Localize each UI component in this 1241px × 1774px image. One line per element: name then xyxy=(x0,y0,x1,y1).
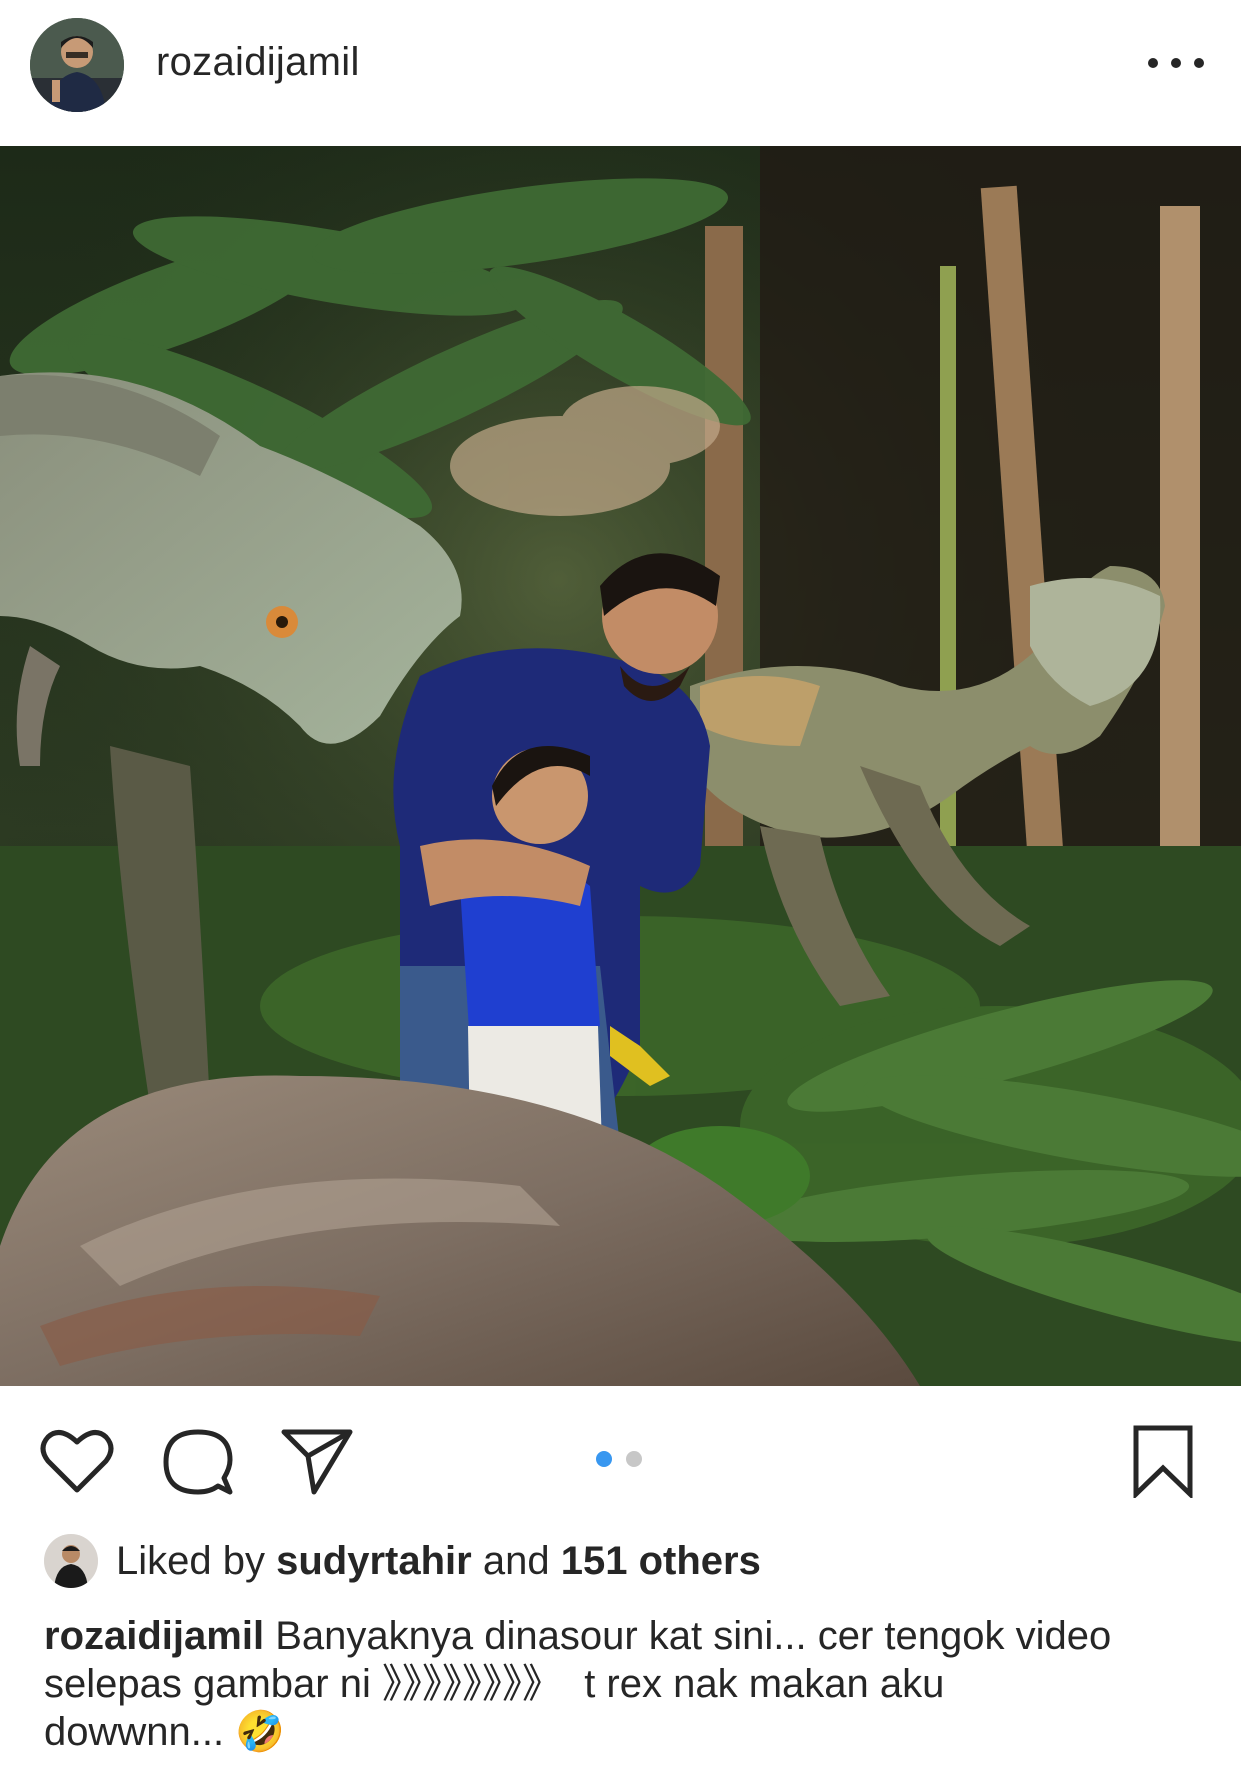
caption-author[interactable]: rozaidijamil xyxy=(44,1614,264,1658)
more-dot xyxy=(1171,58,1181,68)
post-caption: rozaidijamil Banyaknya dinasour kat sini… xyxy=(44,1612,1204,1756)
profile-avatar[interactable] xyxy=(30,18,124,112)
likes-others[interactable]: 151 others xyxy=(561,1539,761,1583)
likes-row[interactable]: Liked by sudyrtahir and 151 others xyxy=(44,1534,761,1588)
more-dot xyxy=(1148,58,1158,68)
post-header: rozaidijamil xyxy=(0,0,1241,146)
more-dot xyxy=(1194,58,1204,68)
heart-icon[interactable] xyxy=(40,1428,114,1499)
avatar-image xyxy=(30,18,124,112)
comment-icon[interactable] xyxy=(162,1426,234,1503)
post-photo[interactable] xyxy=(0,146,1241,1386)
post-username[interactable]: rozaidijamil xyxy=(156,40,360,85)
carousel-dot-active xyxy=(596,1451,612,1467)
liker-username[interactable]: sudyrtahir xyxy=(276,1539,472,1583)
likes-conjunction: and xyxy=(482,1538,550,1583)
more-horizontal-icon[interactable] xyxy=(1148,48,1204,78)
caption-line-3: dowwnn... 🤣 xyxy=(44,1710,286,1754)
share-icon[interactable] xyxy=(280,1426,354,1501)
liker-avatar[interactable] xyxy=(44,1534,98,1588)
bookmark-icon[interactable] xyxy=(1132,1424,1194,1503)
likes-text: Liked by sudyrtahir and 151 others xyxy=(116,1539,761,1584)
carousel-dot xyxy=(626,1451,642,1467)
caption-text-1: Banyaknya dinasour kat sini... cer tengo… xyxy=(275,1614,1112,1658)
caption-line-1: rozaidijamil Banyaknya dinasour kat sini… xyxy=(44,1612,1204,1660)
likes-prefix: Liked by xyxy=(116,1538,265,1583)
carousel-indicator xyxy=(596,1451,642,1467)
caption-line-2: selepas gambar ni 》》》》》》》》 t rex nak mak… xyxy=(44,1662,945,1706)
dinosaur-park-photo xyxy=(0,146,1241,1386)
